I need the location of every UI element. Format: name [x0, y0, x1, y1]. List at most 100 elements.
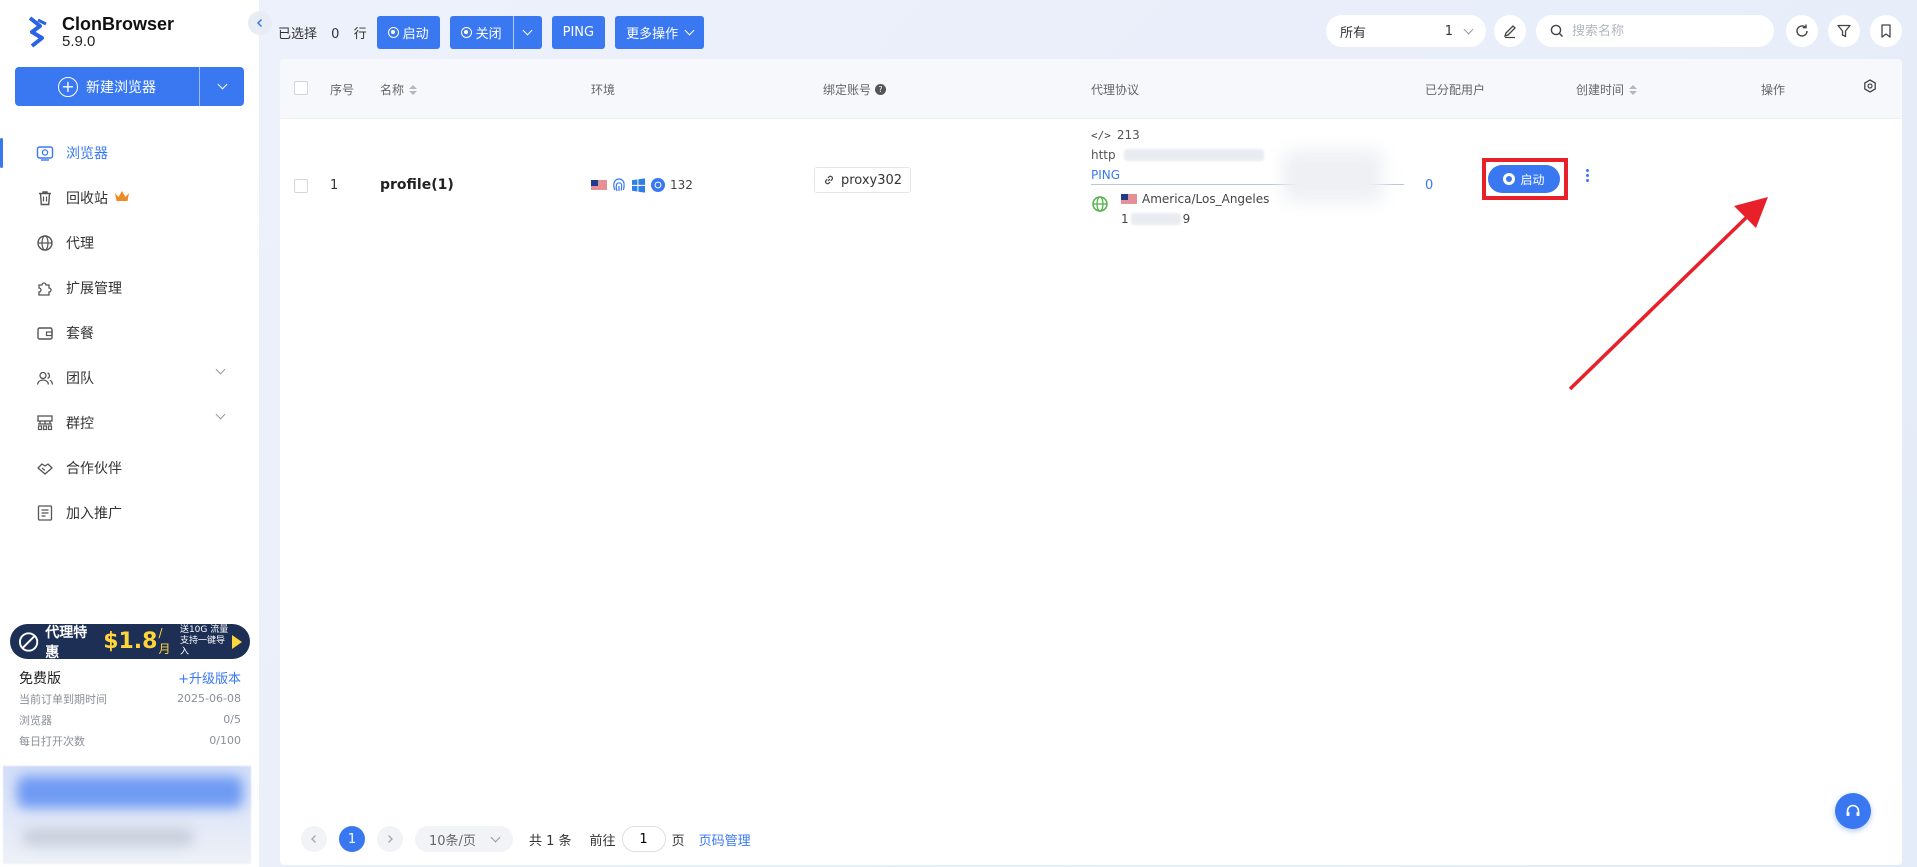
checkbox[interactable] [294, 81, 308, 95]
batch-close-dropdown[interactable] [514, 16, 542, 49]
dot [1586, 174, 1589, 177]
chevron-down-icon [1463, 24, 1474, 34]
crown-icon [114, 190, 130, 206]
new-browser-dropdown[interactable] [200, 67, 244, 106]
us-flag-icon [591, 179, 607, 191]
edit-icon [1503, 25, 1516, 39]
sidebar-item-extensions[interactable]: 扩展管理 [0, 265, 260, 310]
more-actions-button[interactable]: 更多操作 [615, 15, 705, 49]
edit-group-button[interactable] [1494, 15, 1526, 47]
help-icon[interactable]: ? [875, 84, 887, 95]
collapse-sidebar-button[interactable] [248, 11, 272, 35]
toolbar: 已选择 0 行 启动 关闭 PING 更多操作 [278, 15, 714, 49]
refresh-button[interactable] [1786, 15, 1818, 47]
new-browser-main[interactable]: + 新建浏览器 [15, 67, 200, 106]
next-page-button[interactable] [377, 826, 403, 852]
sidebar-item-label: 代理 [66, 235, 94, 252]
clonbrowser-logo-icon [28, 16, 47, 48]
sidebar-item-plans[interactable]: 套餐 [0, 310, 260, 355]
sidebar-item-proxy[interactable]: 代理 [0, 220, 260, 265]
chevron-down-icon [490, 832, 501, 842]
bound-account[interactable]: proxy302 [814, 167, 912, 193]
chevron-down-icon [522, 25, 533, 35]
profile-name[interactable]: profile(1) [380, 177, 454, 193]
promo-price: $1.8 [103, 629, 158, 654]
selection-count: 已选择 0 行 [278, 23, 367, 42]
page-manage-link[interactable]: 页码管理 [699, 830, 751, 849]
search-input[interactable] [1572, 23, 1752, 39]
select-all-checkbox[interactable] [294, 81, 308, 95]
assigned-users[interactable]: 0 [1425, 178, 1433, 193]
batch-close-main[interactable]: 关闭 [450, 15, 514, 49]
filter-icon [1837, 24, 1851, 38]
checkbox[interactable] [294, 179, 308, 193]
globe-icon [18, 631, 39, 652]
windows-icon [632, 177, 645, 193]
prev-page-button[interactable] [301, 826, 327, 852]
sidebar-item-browser[interactable]: 浏览器 [0, 130, 260, 175]
plan-expiry-label: 当前订单到期时间 [19, 692, 107, 706]
goto-prefix: 前往 [589, 833, 616, 849]
row-checkbox[interactable] [294, 179, 308, 197]
goto-page-input[interactable] [621, 826, 666, 852]
app-version: 5.9.0 [62, 33, 96, 50]
sidebar-item-label: 团队 [66, 370, 94, 387]
us-flag-icon [1121, 193, 1137, 205]
support-button[interactable] [1835, 793, 1871, 829]
chevron-left-icon [256, 18, 263, 28]
filter-button[interactable] [1828, 15, 1860, 47]
sitemap-icon [36, 414, 54, 432]
plan-info: 免费版 +升级版本 当前订单到期时间 2025-06-08 浏览器 0/5 每日… [19, 667, 241, 751]
refresh-icon [1796, 24, 1808, 37]
column-settings-button[interactable] [1863, 79, 1877, 93]
new-browser-button[interactable]: + 新建浏览器 [15, 67, 244, 106]
batch-launch-label: 启动 [402, 26, 429, 42]
sidebar-item-label: 群控 [66, 415, 94, 432]
ip-line: 1 9 [1121, 209, 1269, 229]
upgrade-link[interactable]: +升级版本 [178, 668, 241, 687]
batch-launch-button[interactable]: 启动 [376, 15, 440, 49]
search-box[interactable] [1536, 15, 1774, 47]
batch-close-button[interactable]: 关闭 [449, 15, 542, 49]
chevron-right-icon [388, 835, 393, 843]
sidebar-item-team[interactable]: 团队 [0, 355, 260, 400]
chrome-icon [651, 178, 665, 192]
selected-suffix: 行 [353, 26, 367, 42]
bookmark-button[interactable] [1870, 15, 1902, 47]
sidebar-item-label: 加入推广 [66, 505, 122, 522]
filter-value: 所有 [1340, 25, 1367, 41]
sidebar-item-affiliate[interactable]: 加入推广 [0, 490, 260, 535]
page-size-select[interactable]: 10条/页 [415, 826, 513, 852]
row-index: 1 [330, 178, 339, 193]
sidebar-item-partners[interactable]: 合作伙伴 [0, 445, 260, 490]
row-more-button[interactable] [1586, 168, 1589, 183]
app-name: ClonBrowser [62, 14, 175, 34]
sidebar-item-label: 浏览器 [66, 145, 108, 162]
plan-browsers-label: 浏览器 [19, 713, 52, 727]
dot [1586, 179, 1589, 182]
sidebar: ClonBrowser 5.9.0 + 新建浏览器 浏览器 回收站 代理 扩展管… [0, 0, 260, 867]
search-icon [1550, 24, 1563, 37]
col-created[interactable]: 创建时间 [1576, 81, 1638, 98]
page-number-current[interactable]: 1 [339, 826, 365, 852]
ping-button[interactable]: PING [551, 15, 606, 49]
col-account: 绑定账号 ? [823, 81, 887, 98]
link-icon [825, 175, 833, 185]
col-actions: 操作 [1761, 83, 1786, 97]
sidebar-item-trash[interactable]: 回收站 [0, 175, 260, 220]
account-name: proxy302 [841, 172, 903, 188]
sidebar-item-group-control[interactable]: 群控 [0, 400, 260, 445]
headset-icon [1846, 804, 1860, 816]
sort-icon[interactable] [409, 84, 418, 95]
table-row[interactable]: 1 profile(1) 132 proxy302 </> 213 http P… [280, 120, 1902, 238]
group-filter-select[interactable]: 所有 1 [1326, 15, 1486, 47]
promo-sub2: 支持一键导入 [179, 636, 225, 657]
sort-icon[interactable] [1629, 84, 1638, 95]
timezone: America/Los_Angeles [1142, 192, 1270, 206]
proxy-promo-banner[interactable]: 代理特惠 $1.8 /月 送10G 流量 支持一键导入 [10, 624, 250, 661]
blurred-region [17, 776, 243, 808]
account-tag[interactable]: proxy302 [814, 167, 912, 193]
dot [1586, 169, 1589, 172]
total-count: 共 1 条 [529, 833, 572, 849]
col-name[interactable]: 名称 [380, 81, 418, 98]
